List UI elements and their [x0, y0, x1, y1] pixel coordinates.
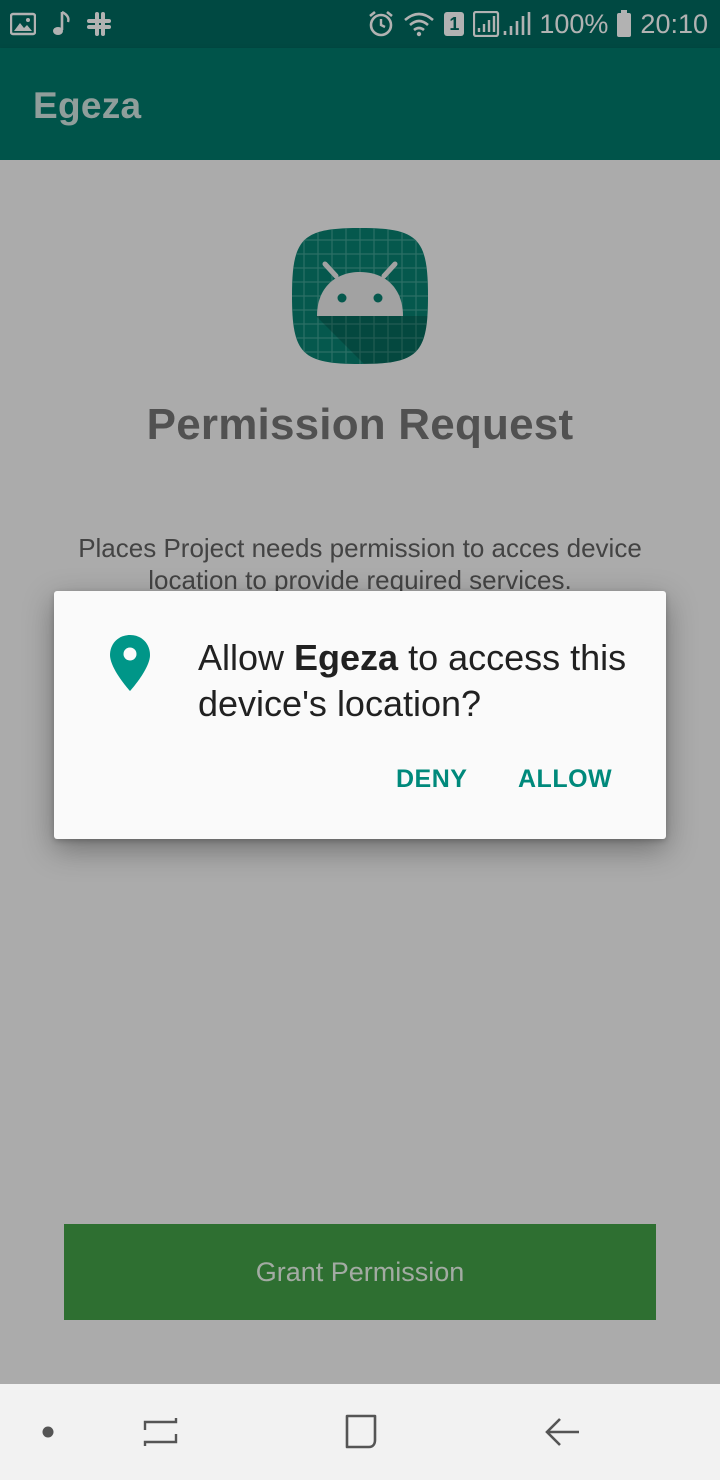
dot-icon[interactable]: [30, 1384, 66, 1480]
dialog-message: Allow Egeza to access this device's loca…: [198, 635, 638, 727]
back-icon[interactable]: [532, 1384, 594, 1480]
dialog-message-prefix: Allow: [198, 637, 295, 678]
navigation-bar: [0, 1384, 720, 1480]
deny-button[interactable]: DENY: [396, 765, 467, 794]
recents-icon[interactable]: [130, 1384, 192, 1480]
home-icon[interactable]: [330, 1384, 392, 1480]
location-pin-icon: [108, 633, 152, 693]
dialog-app-name: Egeza: [294, 637, 399, 678]
allow-button[interactable]: ALLOW: [518, 765, 612, 794]
permission-dialog: Allow Egeza to access this device's loca…: [54, 591, 666, 839]
